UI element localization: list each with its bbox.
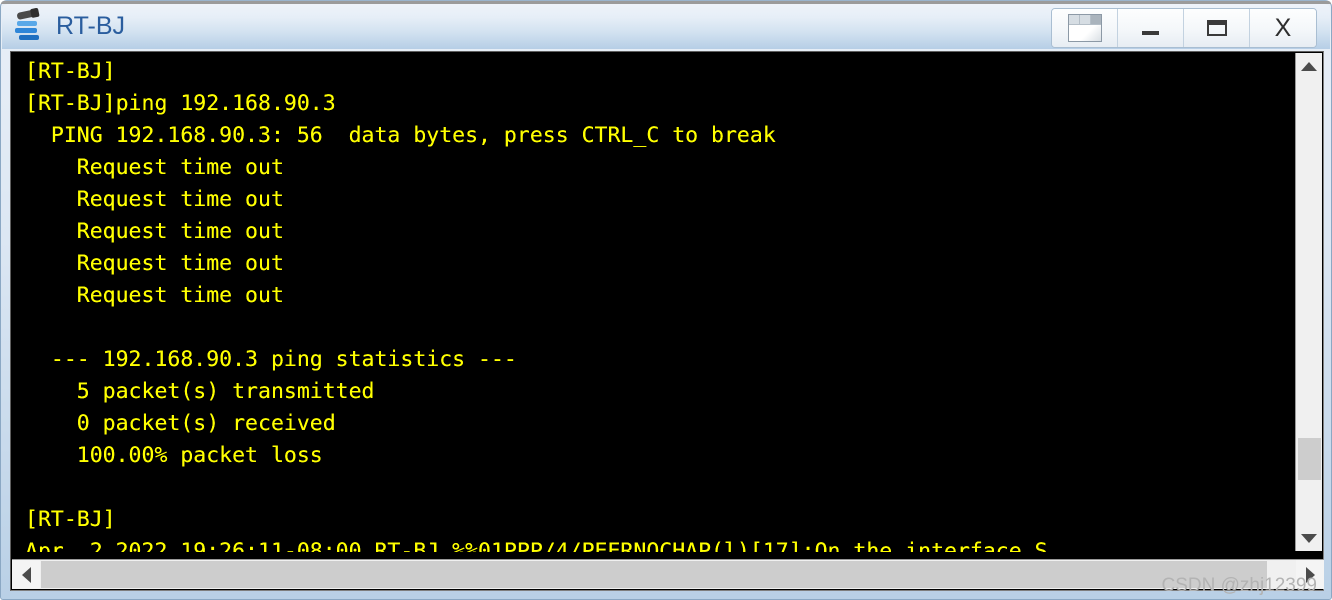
router-wrench-icon: [14, 8, 48, 44]
terminal-screen[interactable]: [RT-BJ] [RT-BJ]ping 192.168.90.3 PING 19…: [15, 52, 1285, 552]
title-bar[interactable]: RT-BJ X: [2, 4, 1330, 49]
window-title: RT-BJ: [56, 12, 125, 40]
vertical-scrollbar[interactable]: [1295, 53, 1322, 551]
horizontal-scrollbar-thumb[interactable]: [41, 561, 1267, 588]
application-window: RT-BJ X [RT-BJ] [RT-BJ]ping 192.168.90.3: [0, 0, 1332, 600]
chevron-right-icon: [1305, 566, 1315, 583]
scroll-left-button[interactable]: [12, 560, 40, 589]
close-icon: X: [1274, 13, 1292, 42]
close-button[interactable]: X: [1250, 9, 1316, 47]
scroll-right-button[interactable]: [1296, 560, 1324, 589]
terminal-output: [RT-BJ] [RT-BJ]ping 192.168.90.3 PING 19…: [25, 59, 1048, 552]
vertical-scrollbar-thumb[interactable]: [1298, 438, 1321, 480]
scroll-down-button[interactable]: [1296, 525, 1322, 551]
window-list-button[interactable]: [1052, 9, 1118, 47]
chevron-down-icon: [1301, 533, 1317, 543]
chevron-up-icon: [1301, 61, 1317, 71]
window-list-icon: [1067, 14, 1102, 42]
window-controls: X: [1051, 8, 1317, 48]
maximize-button[interactable]: [1184, 9, 1250, 47]
scroll-up-button[interactable]: [1296, 53, 1322, 79]
minimize-button[interactable]: [1118, 9, 1184, 47]
chevron-left-icon: [21, 566, 31, 583]
horizontal-scrollbar[interactable]: [12, 559, 1324, 589]
minimize-icon: [1142, 31, 1159, 35]
maximize-icon: [1206, 20, 1227, 36]
terminal-panel: [RT-BJ] [RT-BJ]ping 192.168.90.3 PING 19…: [10, 51, 1324, 591]
